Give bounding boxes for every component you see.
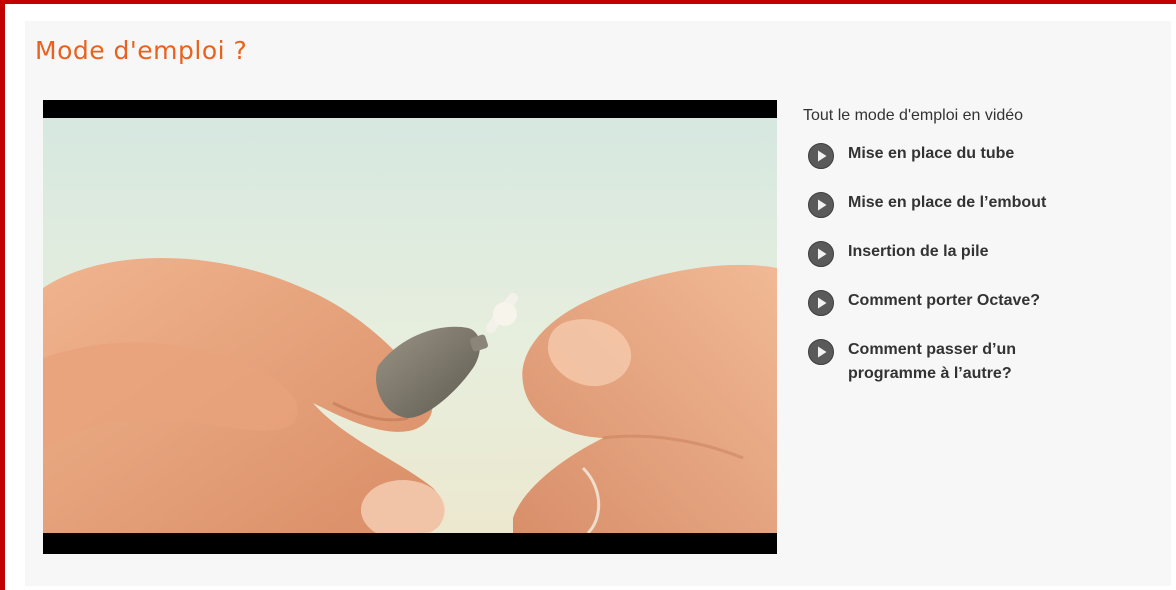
play-icon[interactable] xyxy=(807,338,835,366)
play-icon[interactable] xyxy=(807,240,835,268)
video-thumbnail[interactable] xyxy=(43,118,777,533)
video-link-label[interactable]: Mise en place de l’embout xyxy=(848,191,1108,215)
video-link-label[interactable]: Insertion de la pile xyxy=(848,240,1108,264)
video-link-embout[interactable]: Mise en place de l’embout xyxy=(803,191,1163,219)
video-link-pile[interactable]: Insertion de la pile xyxy=(803,240,1163,268)
video-link-porter[interactable]: Comment porter Octave? xyxy=(803,289,1163,317)
play-icon[interactable] xyxy=(807,142,835,170)
play-icon[interactable] xyxy=(807,191,835,219)
video-player[interactable] xyxy=(43,100,777,554)
section-title: Mode d'emploi ? xyxy=(35,36,248,65)
video-link-tube[interactable]: Mise en place du tube xyxy=(803,142,1163,170)
video-sidebar: Tout le mode d'emploi en vidéo Mise en p… xyxy=(803,104,1163,409)
play-icon[interactable] xyxy=(807,289,835,317)
video-link-label[interactable]: Comment porter Octave? xyxy=(848,289,1108,313)
video-link-label[interactable]: Comment passer d’un programme à l’autre? xyxy=(848,338,1108,386)
video-link-label[interactable]: Mise en place du tube xyxy=(848,142,1108,166)
hands-image xyxy=(43,118,777,533)
video-list: Mise en place du tube Mise en place de l… xyxy=(803,142,1163,386)
sidebar-heading: Tout le mode d'emploi en vidéo xyxy=(803,107,1024,124)
video-link-programme[interactable]: Comment passer d’un programme à l’autre? xyxy=(803,338,1163,386)
